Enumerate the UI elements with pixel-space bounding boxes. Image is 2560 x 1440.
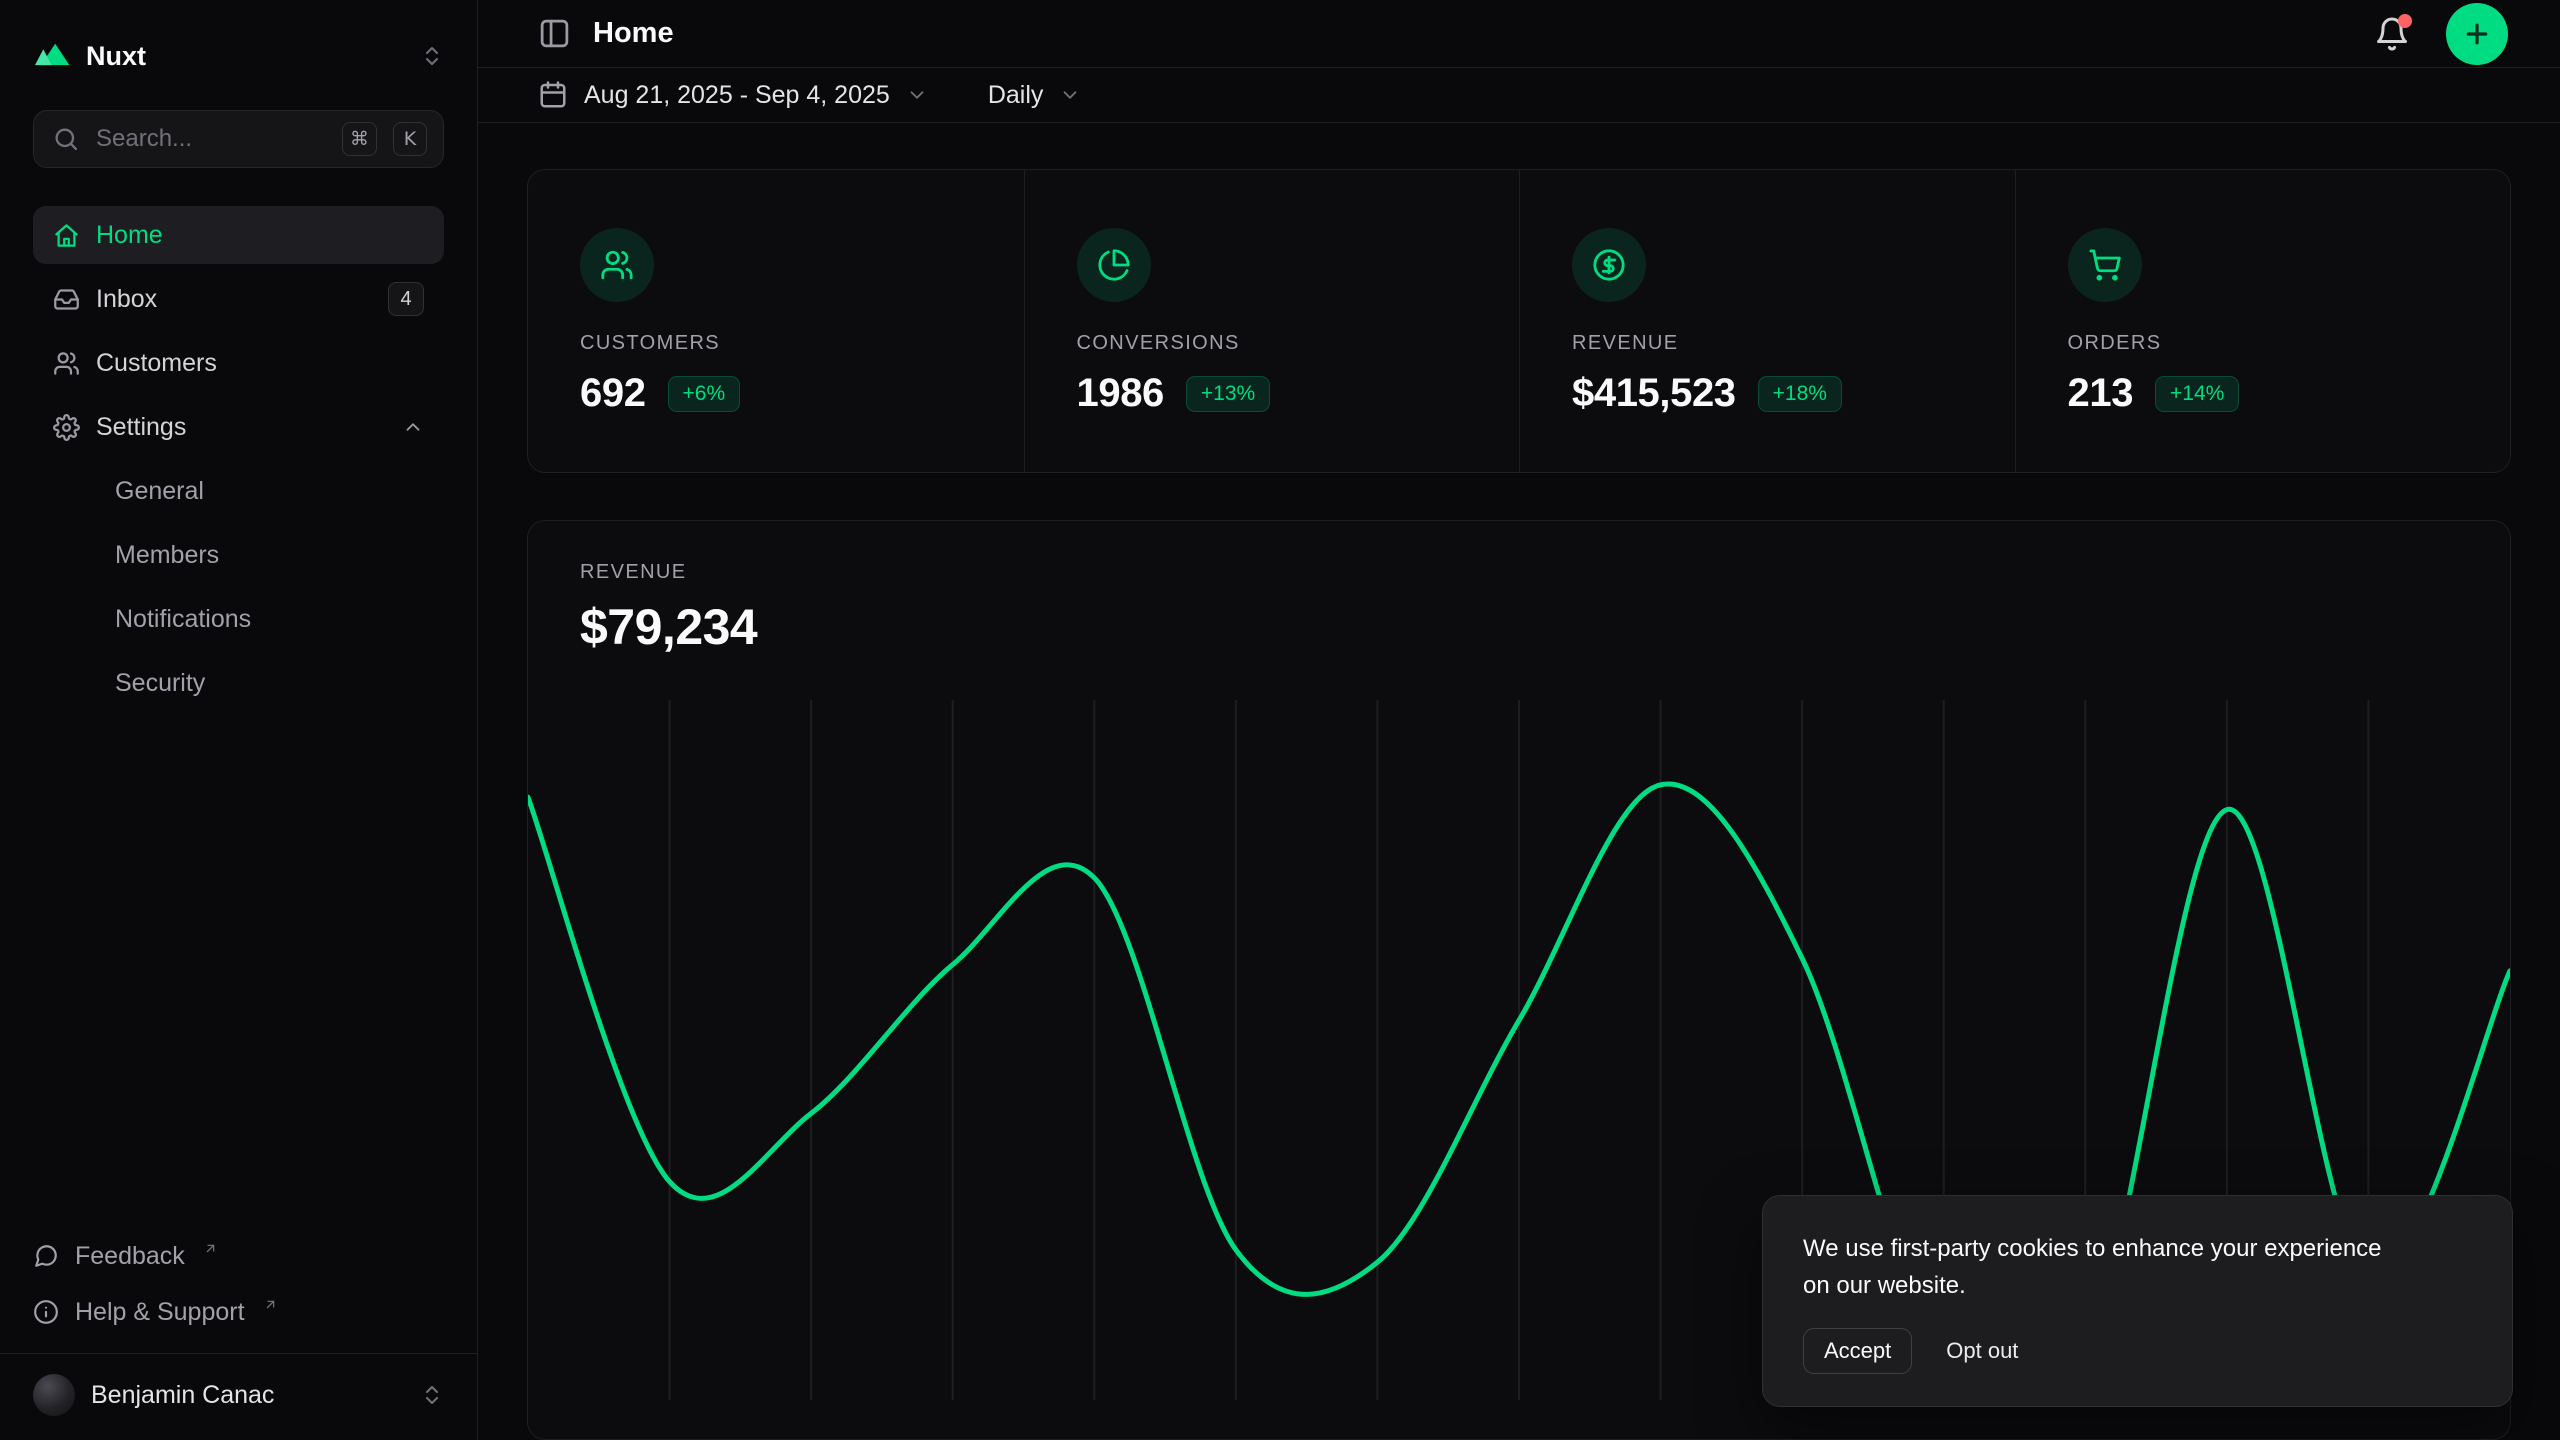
stat-orders: ORDERS 213 +14% bbox=[2015, 170, 2511, 472]
kbd-k: K bbox=[393, 122, 427, 156]
notification-dot bbox=[2398, 14, 2412, 28]
stat-conversions: CONVERSIONS 1986 +13% bbox=[1024, 170, 1520, 472]
chevron-up-icon bbox=[402, 416, 424, 438]
stat-label: ORDERS bbox=[2068, 332, 2459, 355]
external-link-icon bbox=[203, 1241, 218, 1256]
avatar bbox=[33, 1374, 75, 1416]
app-root: Nuxt Search... ⌘ K Home bbox=[0, 0, 2560, 1440]
circle-dollar-icon bbox=[1572, 228, 1646, 302]
accept-cookies-button[interactable]: Accept bbox=[1803, 1328, 1912, 1374]
sidebar-item-members[interactable]: Members bbox=[33, 526, 444, 584]
sidebar-item-home[interactable]: Home bbox=[33, 206, 444, 264]
pie-chart-icon bbox=[1077, 228, 1151, 302]
stat-label: CONVERSIONS bbox=[1077, 332, 1468, 355]
inbox-icon bbox=[53, 286, 80, 313]
page-title: Home bbox=[593, 17, 674, 50]
user-menu[interactable]: Benjamin Canac bbox=[0, 1353, 477, 1440]
search-placeholder: Search... bbox=[96, 125, 326, 153]
stat-customers: CUSTOMERS 692 +6% bbox=[528, 170, 1024, 472]
granularity-select[interactable]: Daily bbox=[988, 81, 1082, 110]
users-icon bbox=[580, 228, 654, 302]
filter-bar: Aug 21, 2025 - Sep 4, 2025 Daily bbox=[478, 68, 2560, 123]
feedback-link[interactable]: Feedback bbox=[23, 1229, 454, 1283]
topbar: Home bbox=[478, 0, 2560, 68]
cookie-message: We use first-party cookies to enhance yo… bbox=[1803, 1230, 2383, 1304]
search-input[interactable]: Search... ⌘ K bbox=[33, 110, 444, 168]
stat-revenue: REVENUE $415,523 +18% bbox=[1519, 170, 2015, 472]
sidebar-item-inbox[interactable]: Inbox 4 bbox=[33, 270, 444, 328]
stat-value: $415,523 bbox=[1572, 371, 1736, 416]
gear-icon bbox=[53, 414, 80, 441]
team-name: Nuxt bbox=[86, 41, 405, 72]
help-support-link[interactable]: Help & Support bbox=[23, 1285, 454, 1339]
date-range-picker[interactable]: Aug 21, 2025 - Sep 4, 2025 bbox=[538, 80, 928, 110]
stat-value: 692 bbox=[580, 371, 646, 416]
users-icon bbox=[53, 350, 80, 377]
stat-label: REVENUE bbox=[1572, 332, 1963, 355]
sidebar-item-security[interactable]: Security bbox=[33, 654, 444, 712]
main-area: Home Au bbox=[478, 0, 2560, 1440]
stat-value: 213 bbox=[2068, 371, 2134, 416]
home-icon bbox=[53, 222, 80, 249]
inbox-count-badge: 4 bbox=[388, 282, 424, 316]
team-switcher[interactable]: Nuxt bbox=[23, 26, 454, 86]
opt-out-button[interactable]: Opt out bbox=[1946, 1329, 2018, 1373]
calendar-icon bbox=[538, 80, 568, 110]
chevron-down-icon bbox=[906, 84, 928, 106]
sidebar: Nuxt Search... ⌘ K Home bbox=[0, 0, 478, 1440]
stat-label: CUSTOMERS bbox=[580, 332, 972, 355]
search-icon bbox=[52, 125, 80, 153]
sidebar-item-customers[interactable]: Customers bbox=[33, 334, 444, 392]
chevrons-up-down-icon bbox=[420, 44, 444, 68]
sidebar-toggle-button[interactable] bbox=[538, 17, 571, 50]
user-name: Benjamin Canac bbox=[91, 1381, 404, 1410]
sidebar-item-notifications[interactable]: Notifications bbox=[33, 590, 444, 648]
panel-left-icon bbox=[538, 17, 571, 50]
revenue-card-value: $79,234 bbox=[580, 598, 2458, 656]
stat-delta-badge: +14% bbox=[2155, 376, 2239, 412]
cookie-banner: We use first-party cookies to enhance yo… bbox=[1762, 1195, 2513, 1407]
chevrons-up-down-icon bbox=[420, 1383, 444, 1407]
shopping-cart-icon bbox=[2068, 228, 2142, 302]
notifications-button[interactable] bbox=[2374, 16, 2410, 52]
sidebar-footer: Feedback Help & Support bbox=[33, 1229, 444, 1353]
stats-row: CUSTOMERS 692 +6% CONVERSIONS 1986 +13% bbox=[527, 169, 2511, 473]
stat-delta-badge: +18% bbox=[1758, 376, 1842, 412]
kbd-cmd: ⌘ bbox=[342, 122, 377, 156]
plus-icon bbox=[2462, 19, 2492, 49]
message-circle-icon bbox=[33, 1243, 59, 1269]
add-button[interactable] bbox=[2446, 3, 2508, 65]
sidebar-nav: Home Inbox 4 Customers Settings bbox=[33, 206, 444, 712]
stat-delta-badge: +13% bbox=[1186, 376, 1270, 412]
chevron-down-icon bbox=[1059, 84, 1081, 106]
settings-subnav: General Members Notifications Security bbox=[33, 462, 444, 712]
stat-value: 1986 bbox=[1077, 371, 1164, 416]
external-link-icon bbox=[263, 1297, 278, 1312]
nuxt-logo-icon bbox=[33, 40, 71, 73]
sidebar-item-general[interactable]: General bbox=[33, 462, 444, 520]
info-icon bbox=[33, 1299, 59, 1325]
revenue-card-label: REVENUE bbox=[580, 561, 2458, 584]
stat-delta-badge: +6% bbox=[668, 376, 741, 412]
sidebar-item-settings[interactable]: Settings bbox=[33, 398, 444, 456]
